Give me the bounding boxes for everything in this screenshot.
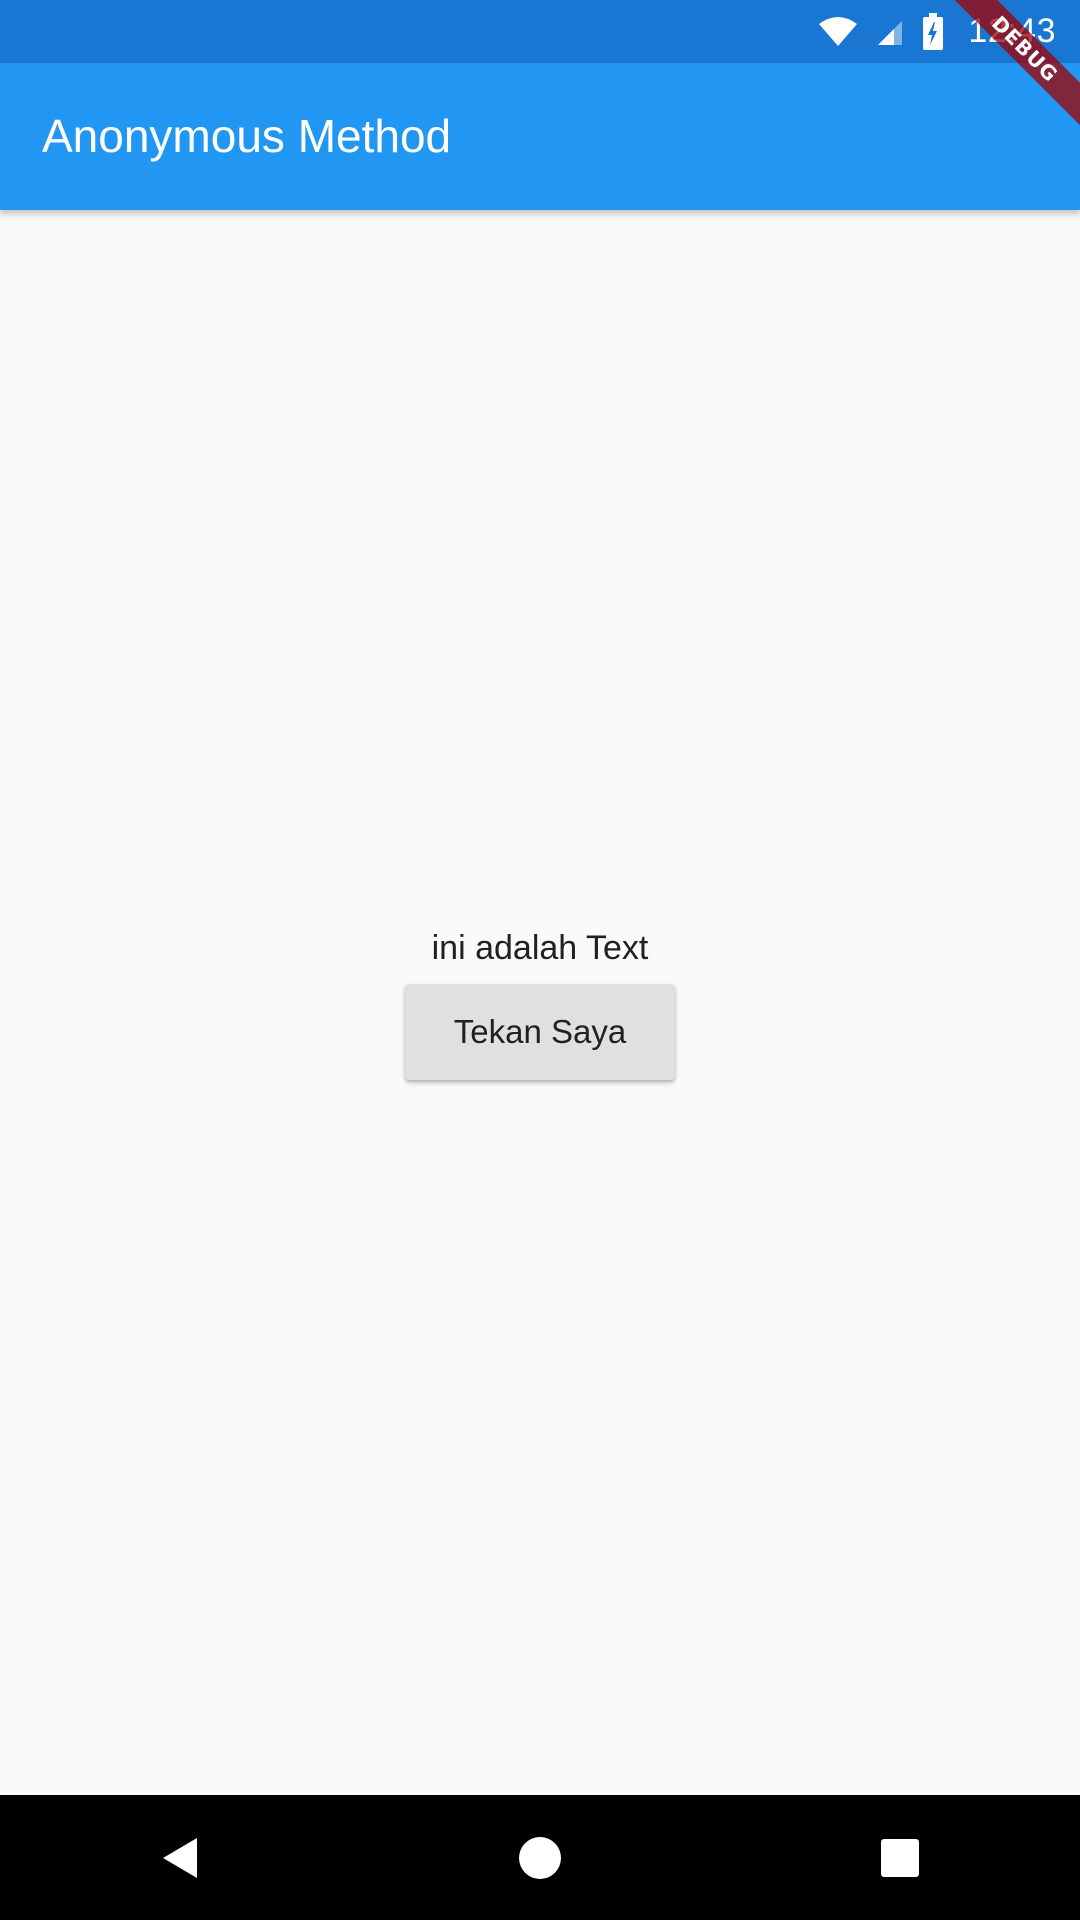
cell-signal-icon [876,17,904,47]
body-text: ini adalah Text [431,929,649,967]
status-bar: 12:43 [0,0,1080,63]
screen: 12:43 DEBUG Anonymous Method ini adalah … [0,0,1080,1920]
home-icon[interactable] [480,1798,600,1918]
app-bar: Anonymous Method [0,63,1080,210]
app-title: Anonymous Method [42,110,452,162]
back-icon[interactable] [120,1798,240,1918]
status-icons: 12:43 [818,0,1056,63]
recents-icon[interactable] [840,1798,960,1918]
status-clock: 12:43 [968,12,1056,50]
content-area: ini adalah Text Tekan Saya [0,210,1080,1795]
button-label: Tekan Saya [453,1013,627,1050]
battery-charging-icon [922,12,944,51]
tekan-saya-button[interactable]: Tekan Saya [405,984,675,1080]
center-column: ini adalah Text Tekan Saya [0,920,1080,1080]
wifi-icon [818,16,858,48]
navigation-bar [0,1795,1080,1920]
